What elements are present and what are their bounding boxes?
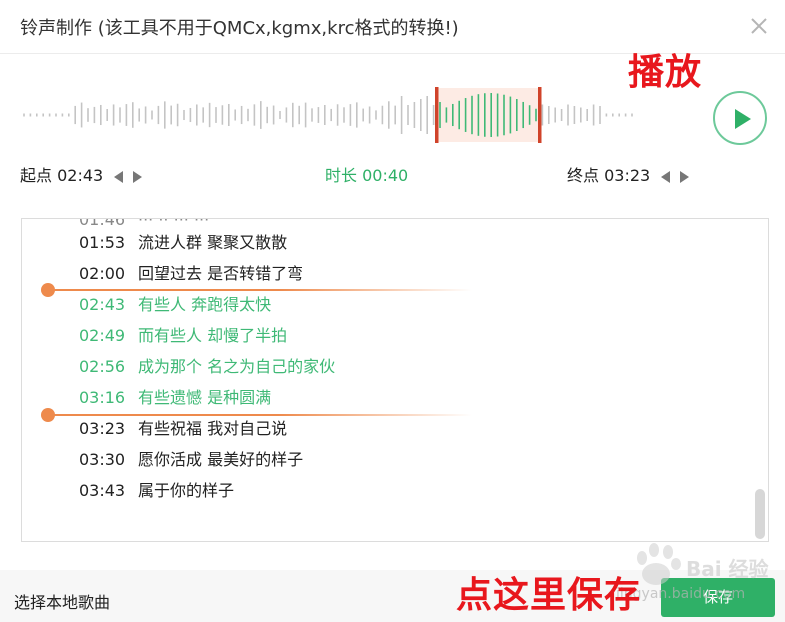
start-label: 起点 (20, 166, 53, 185)
lyric-row[interactable]: 03:23 有些祝福 我对自己说 (79, 418, 287, 440)
lyric-row-selected[interactable]: 02:43 有些人 奔跑得太快 (79, 294, 271, 316)
end-marker-line[interactable] (41, 408, 472, 422)
window-title: 铃声制作 (该工具不用于QMCx,kgmx,krc格式的转换!) (20, 18, 459, 39)
lyric-time: 01:53 (79, 233, 126, 252)
lyric-time: 03:23 (79, 419, 126, 438)
lyric-time: 02:56 (79, 357, 126, 376)
lyric-time: 03:43 (79, 481, 126, 500)
start-decrease-arrow-icon[interactable] (114, 170, 124, 183)
lyric-row[interactable]: 03:43 属于你的样子 (79, 480, 234, 502)
select-local-song-link[interactable]: 选择本地歌曲 (14, 589, 110, 613)
waveform[interactable] (20, 84, 640, 146)
lyric-row-clipped: 01:46 ··· ·· ··· ··· (79, 218, 210, 229)
lyric-time: 03:30 (79, 450, 126, 469)
start-point-group: 起点 02:43 (20, 162, 143, 186)
duration-time: 00:40 (362, 166, 409, 185)
lyric-text: 有些遗憾 是种圆满 (138, 388, 272, 407)
lyrics-list[interactable]: 01:46 ··· ·· ··· ··· 01:53 流进人群 聚聚又散散 02:0… (21, 218, 769, 542)
lyric-row[interactable]: 03:30 愿你活成 最美好的样子 (79, 449, 303, 471)
lyric-row-selected[interactable]: 03:16 有些遗憾 是种圆满 (79, 387, 271, 409)
watermark-text: Bai 经验 (686, 557, 769, 581)
start-time: 02:43 (57, 166, 104, 185)
close-button[interactable] (745, 12, 773, 40)
lyric-text: 属于你的样子 (138, 481, 235, 500)
lyric-text: 有些人 奔跑得太快 (138, 295, 272, 314)
lyric-row-selected[interactable]: 02:49 而有些人 却慢了半拍 (79, 325, 287, 347)
waveform-start-handle[interactable] (435, 87, 439, 143)
lyric-row-selected[interactable]: 02:56 成为那个 名之为自己的家伙 (79, 356, 335, 378)
lyric-time: 02:00 (79, 264, 126, 283)
lyric-time: 02:49 (79, 326, 126, 345)
end-decrease-arrow-icon[interactable] (661, 170, 671, 183)
end-time: 03:23 (604, 166, 651, 185)
end-point-group: 终点 03:23 (567, 162, 690, 186)
lyric-time: 03:16 (79, 388, 126, 407)
annotation-save-label: 点这里保存 (456, 575, 642, 616)
lyrics-scrollbar[interactable] (755, 489, 765, 539)
duration-group: 时长 00:40 (325, 162, 408, 186)
start-marker-line[interactable] (41, 283, 472, 297)
end-increase-arrow-icon[interactable] (680, 170, 690, 183)
start-increase-arrow-icon[interactable] (133, 170, 143, 183)
end-label: 终点 (567, 166, 600, 185)
lyric-row[interactable]: 02:00 回望过去 是否转错了弯 (79, 263, 303, 285)
play-icon (735, 109, 751, 129)
lyric-text: 成为那个 名之为自己的家伙 (138, 357, 336, 376)
lyric-time: 02:43 (79, 295, 126, 314)
lyric-row[interactable]: 01:53 流进人群 聚聚又散散 (79, 232, 287, 254)
start-marker-handle[interactable] (41, 283, 55, 297)
end-marker-handle[interactable] (41, 408, 55, 422)
play-button[interactable] (713, 91, 767, 145)
waveform-end-handle[interactable] (538, 87, 542, 143)
duration-label: 时长 (325, 166, 358, 185)
lyric-text: 而有些人 却慢了半拍 (138, 326, 288, 345)
lyric-text: 有些祝福 我对自己说 (138, 419, 288, 438)
lyric-text: 流进人群 聚聚又散散 (138, 233, 288, 252)
close-icon (751, 18, 767, 34)
lyric-text: 回望过去 是否转错了弯 (138, 264, 304, 283)
lyric-text: 愿你活成 最美好的样子 (138, 450, 304, 469)
